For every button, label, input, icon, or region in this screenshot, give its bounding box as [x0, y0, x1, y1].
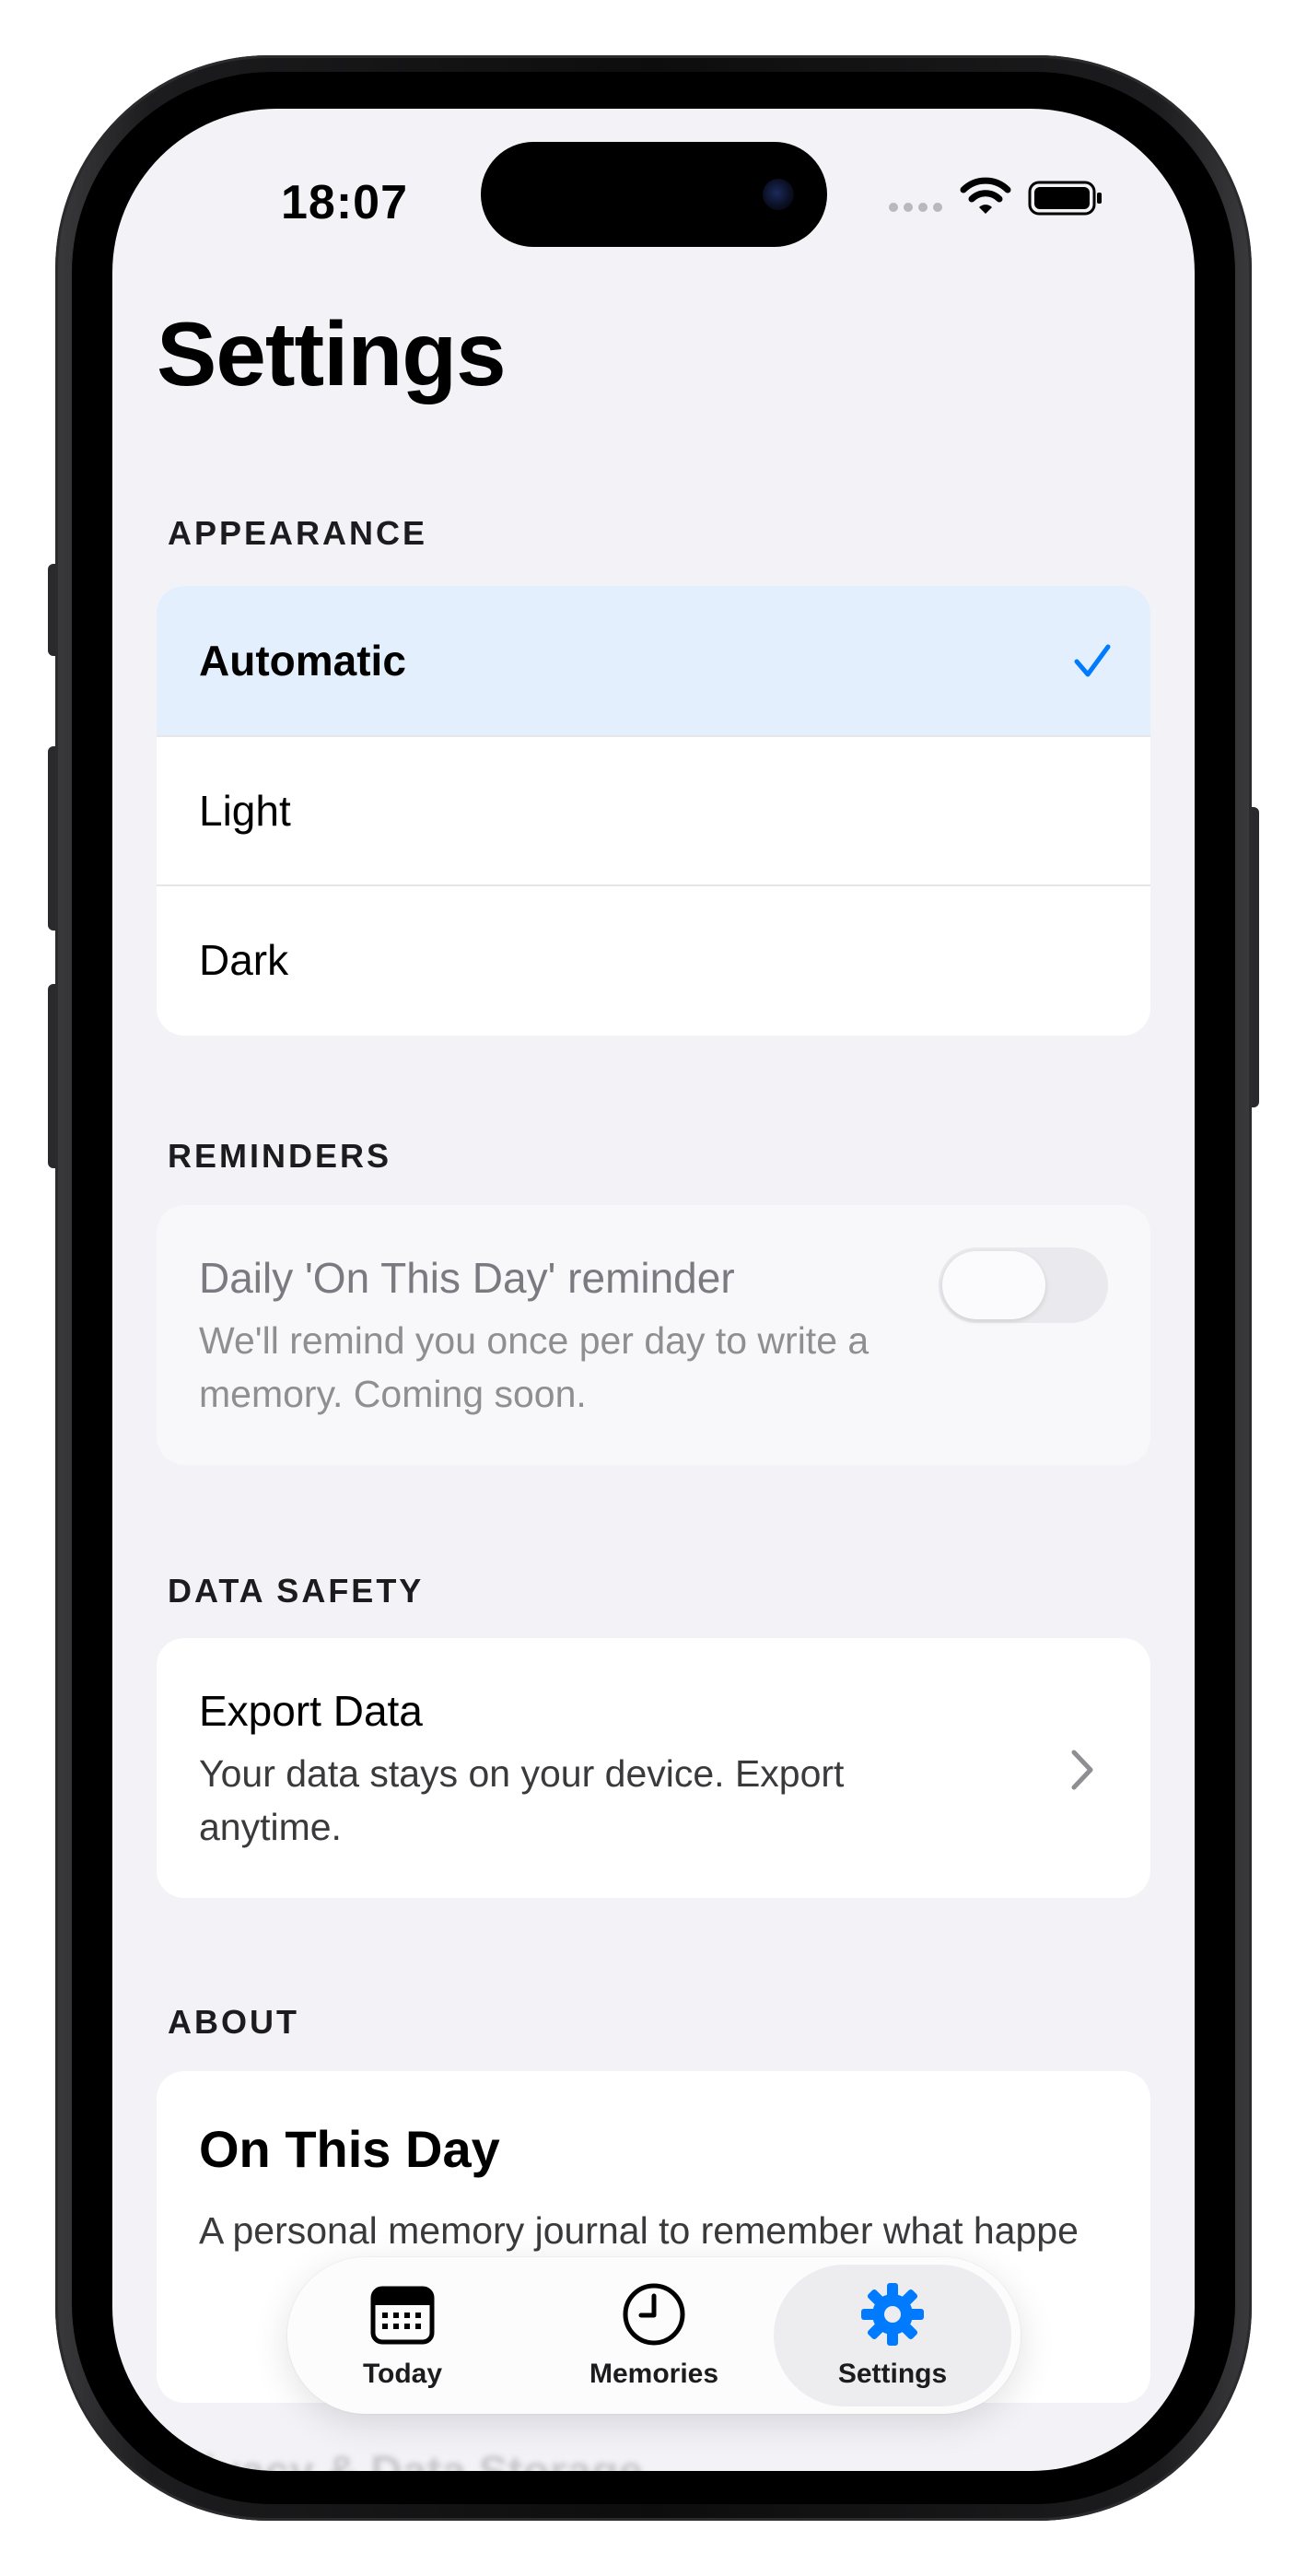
appearance-card: Automatic Light Dark: [157, 586, 1150, 1036]
option-label: Automatic: [199, 637, 406, 685]
reminder-card: Daily 'On This Day' reminder We'll remin…: [157, 1205, 1150, 1465]
page-title: Settings: [157, 303, 507, 404]
screen: 18:07 Settings APPEARANCE Automatic Ligh…: [112, 109, 1195, 2471]
dynamic-island: [481, 142, 827, 247]
export-data-row[interactable]: Export Data Your data stays on your devi…: [157, 1638, 1150, 1898]
calendar-icon: [370, 2286, 435, 2345]
cellular-signal-icon: [889, 203, 942, 212]
appearance-option-light[interactable]: Light: [157, 735, 1150, 884]
wifi-icon: [960, 177, 1011, 214]
toggle-knob: [942, 1251, 1045, 1319]
status-time: 18:07: [281, 176, 408, 229]
about-description: A personal memory journal to remember wh…: [199, 2209, 1079, 2252]
section-header-appearance: APPEARANCE: [168, 514, 428, 552]
tab-today[interactable]: Today: [287, 2257, 518, 2414]
front-camera: [763, 179, 794, 210]
tab-settings[interactable]: Settings: [774, 2265, 1011, 2406]
chevron-right-icon: [1071, 1750, 1093, 1790]
battery-icon: [1028, 181, 1102, 216]
section-header-about: ABOUT: [168, 2003, 299, 2041]
export-data-title: Export Data: [199, 1687, 423, 1735]
device-stage: 18:07 Settings APPEARANCE Automatic Ligh…: [0, 0, 1307, 2576]
section-header-reminders: REMINDERS: [168, 1137, 392, 1175]
export-data-description: Your data stays on your device. Export a…: [199, 1752, 845, 1848]
option-label: Dark: [199, 936, 289, 984]
about-app-name: On This Day: [199, 2120, 500, 2178]
checkmark-icon: [1074, 644, 1111, 677]
section-header-data-safety: DATA SAFETY: [168, 1572, 425, 1610]
tab-label: Settings: [837, 2359, 948, 2389]
appearance-option-automatic[interactable]: Automatic: [157, 586, 1150, 735]
tab-bar: Today Memories Settings: [287, 2257, 1021, 2414]
reminder-title: Daily 'On This Day' reminder: [199, 1254, 735, 1302]
appearance-option-dark[interactable]: Dark: [157, 884, 1150, 1034]
reminder-description: We'll remind you once per day to write a…: [199, 1319, 869, 1415]
tab-label: Today: [362, 2359, 443, 2389]
option-label: Light: [199, 787, 291, 835]
gear-icon: [861, 2283, 924, 2346]
clock-icon: [623, 2283, 685, 2346]
reminder-toggle[interactable]: [939, 1247, 1108, 1323]
tab-label: Memories: [589, 2359, 719, 2389]
tab-memories[interactable]: Memories: [539, 2257, 769, 2414]
privacy-data-storage-row[interactable]: Privacy & Data Storage: [157, 2447, 643, 2471]
